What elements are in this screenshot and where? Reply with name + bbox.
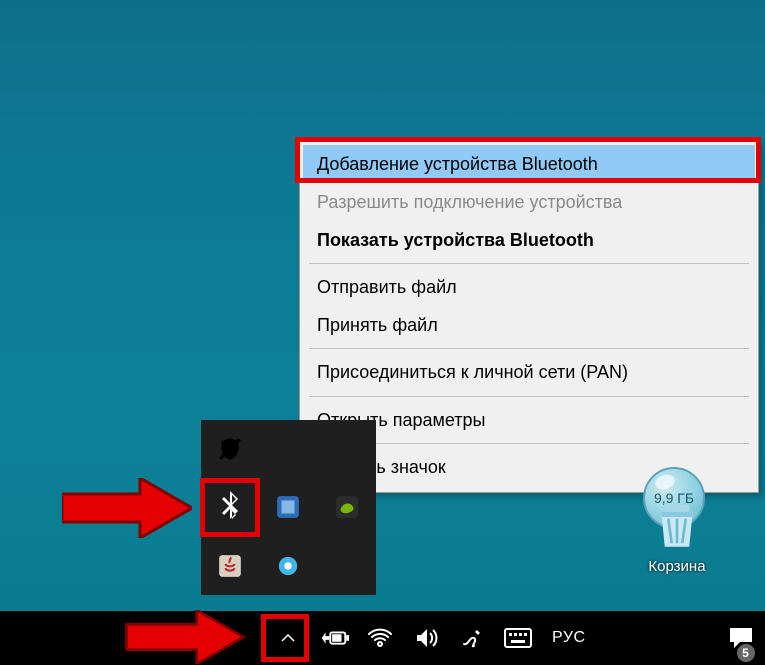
touch-keyboard-icon[interactable]: [498, 618, 538, 658]
menu-item-allow-connection: Разрешить подключение устройства: [303, 183, 755, 221]
action-center-badge: 5: [728, 643, 763, 663]
language-indicator[interactable]: РУС: [544, 618, 594, 658]
record-icon[interactable]: [259, 537, 317, 595]
pen-icon[interactable]: [452, 618, 492, 658]
battery-icon[interactable]: [314, 618, 354, 658]
menu-separator: [309, 263, 749, 264]
tray-chevron-up-icon[interactable]: [268, 618, 308, 658]
defender-off-icon[interactable]: [201, 420, 259, 478]
menu-item-show-devices[interactable]: Показать устройства Bluetooth: [303, 221, 755, 259]
taskbar: РУС: [0, 611, 765, 665]
recycle-bin[interactable]: Корзина: [631, 496, 723, 575]
nvidia-icon[interactable]: [318, 478, 376, 536]
annotation-arrow-icon: [62, 478, 192, 538]
intel-icon[interactable]: [259, 478, 317, 536]
recycle-bin-label: Корзина: [631, 558, 723, 575]
recycle-bin-icon: [649, 496, 705, 552]
menu-item-join-pan[interactable]: Присоединиться к личной сети (PAN): [303, 353, 755, 391]
menu-separator: [309, 348, 749, 349]
menu-separator: [309, 396, 749, 397]
menu-item-send-file[interactable]: Отправить файл: [303, 268, 755, 306]
menu-item-add-device[interactable]: Добавление устройства Bluetooth: [303, 145, 755, 183]
volume-icon[interactable]: [406, 618, 446, 658]
java-icon[interactable]: [201, 537, 259, 595]
bluetooth-icon[interactable]: [201, 478, 259, 536]
tray-overflow-flyout: [201, 420, 376, 595]
menu-item-receive-file[interactable]: Принять файл: [303, 306, 755, 344]
wifi-icon[interactable]: [360, 618, 400, 658]
